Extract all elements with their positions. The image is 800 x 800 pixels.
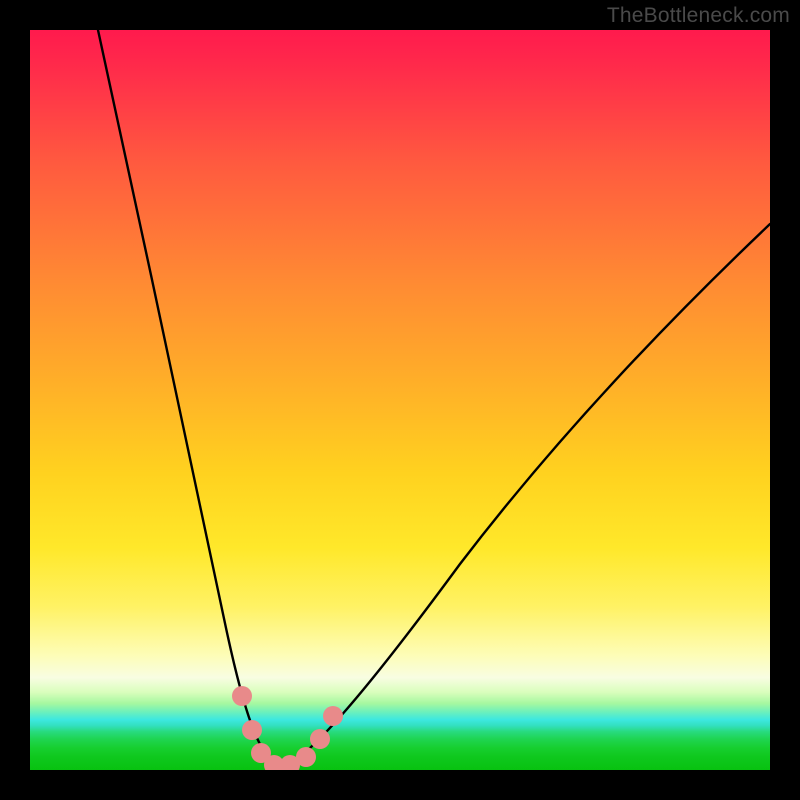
watermark-text: TheBottleneck.com [607, 4, 790, 28]
marker-group [232, 686, 343, 770]
chart-frame: TheBottleneck.com [0, 0, 800, 800]
left-curve [98, 30, 280, 770]
plot-area [30, 30, 770, 770]
curve-overlay [30, 30, 770, 770]
right-curve [280, 224, 770, 770]
